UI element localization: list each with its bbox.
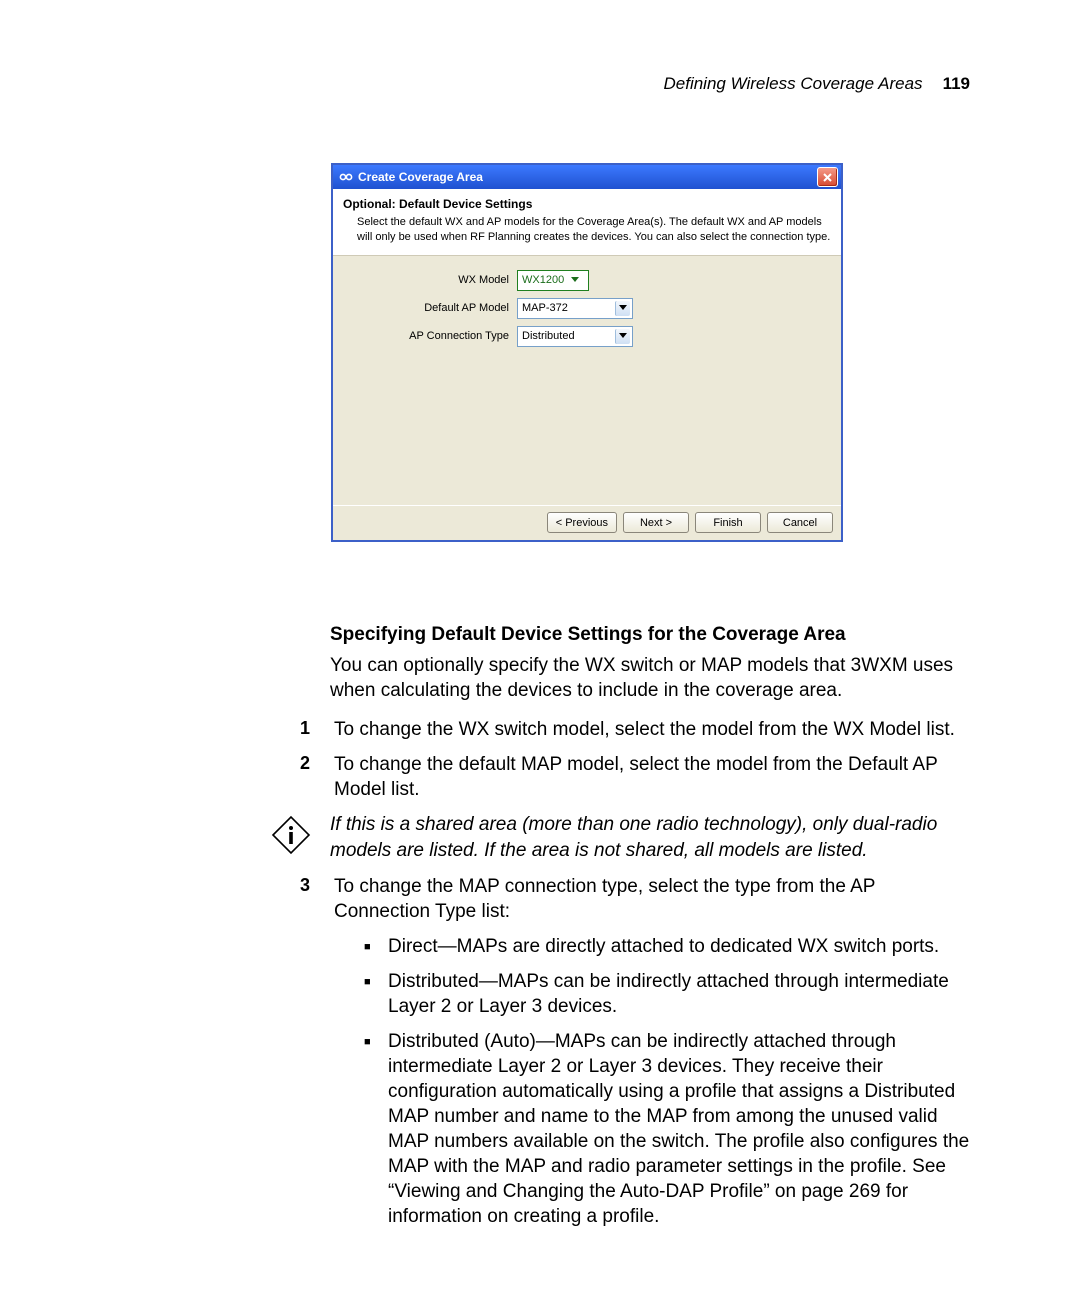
info-icon — [270, 812, 330, 863]
dialog-header-panel: Optional: Default Device Settings Select… — [333, 189, 841, 256]
wx-model-value: WX1200 — [522, 274, 566, 286]
chain-link-icon — [339, 170, 353, 184]
create-coverage-area-dialog: Create Coverage Area Optional: Default D… — [332, 164, 842, 541]
list-item: ■ Direct—MAPs are directly attached to d… — [364, 934, 974, 959]
chevron-down-icon — [568, 273, 582, 288]
step-number: 3 — [296, 874, 334, 924]
list-item: ■ Distributed (Auto)—MAPs can be indirec… — [364, 1029, 974, 1230]
ap-connection-type-value: Distributed — [522, 330, 577, 342]
finish-button[interactable]: Finish — [695, 512, 761, 533]
dialog-subheading: Optional: Default Device Settings — [343, 197, 831, 211]
default-ap-model-label: Default AP Model — [343, 302, 517, 314]
wx-model-select[interactable]: WX1200 — [517, 270, 589, 291]
step-number: 1 — [296, 717, 334, 742]
section-heading: Specifying Default Device Settings for t… — [330, 622, 974, 647]
step-number: 2 — [296, 752, 334, 802]
square-bullet-icon: ■ — [364, 969, 388, 1019]
note-text: If this is a shared area (more than one … — [330, 812, 974, 863]
square-bullet-icon: ■ — [364, 1029, 388, 1230]
lead-paragraph: You can optionally specify the WX switch… — [330, 653, 974, 703]
square-bullet-icon: ■ — [364, 934, 388, 959]
step-text: To change the WX switch model, select th… — [334, 717, 974, 742]
running-header: Defining Wireless Coverage Areas 119 — [0, 74, 1080, 94]
step-2: 2 To change the default MAP model, selec… — [296, 752, 974, 802]
bullet-text: Direct—MAPs are directly attached to ded… — [388, 934, 974, 959]
dialog-body: WX Model WX1200 Default AP Model MAP-372 — [333, 256, 841, 505]
default-ap-model-select[interactable]: MAP-372 — [517, 298, 633, 319]
default-ap-model-value: MAP-372 — [522, 302, 570, 314]
step-3-bullets: ■ Direct—MAPs are directly attached to d… — [364, 934, 974, 1230]
header-page-number: 119 — [943, 74, 970, 94]
previous-button[interactable]: < Previous — [547, 512, 617, 533]
chevron-down-icon — [615, 329, 630, 344]
wx-model-label: WX Model — [343, 274, 517, 286]
info-note: If this is a shared area (more than one … — [270, 812, 974, 863]
next-button[interactable]: Next > — [623, 512, 689, 533]
dialog-titlebar[interactable]: Create Coverage Area — [333, 165, 841, 189]
close-icon — [822, 172, 833, 183]
document-content: Specifying Default Device Settings for t… — [296, 622, 974, 1240]
dialog-title: Create Coverage Area — [358, 170, 483, 184]
bullet-text: Distributed—MAPs can be indirectly attac… — [388, 969, 974, 1019]
ap-connection-type-label: AP Connection Type — [343, 330, 517, 342]
bullet-text: Distributed (Auto)—MAPs can be indirectl… — [388, 1029, 974, 1230]
header-section-title: Defining Wireless Coverage Areas — [664, 74, 923, 94]
step-3: 3 To change the MAP connection type, sel… — [296, 874, 974, 924]
step-1: 1 To change the WX switch model, select … — [296, 717, 974, 742]
step-text: To change the default MAP model, select … — [334, 752, 974, 802]
list-item: ■ Distributed—MAPs can be indirectly att… — [364, 969, 974, 1019]
dialog-footer: < Previous Next > Finish Cancel — [333, 505, 841, 540]
dialog-description: Select the default WX and AP models for … — [343, 215, 831, 245]
close-button[interactable] — [817, 167, 838, 187]
ap-connection-type-select[interactable]: Distributed — [517, 326, 633, 347]
cancel-button[interactable]: Cancel — [767, 512, 833, 533]
step-text: To change the MAP connection type, selec… — [334, 874, 974, 924]
chevron-down-icon — [615, 301, 630, 316]
